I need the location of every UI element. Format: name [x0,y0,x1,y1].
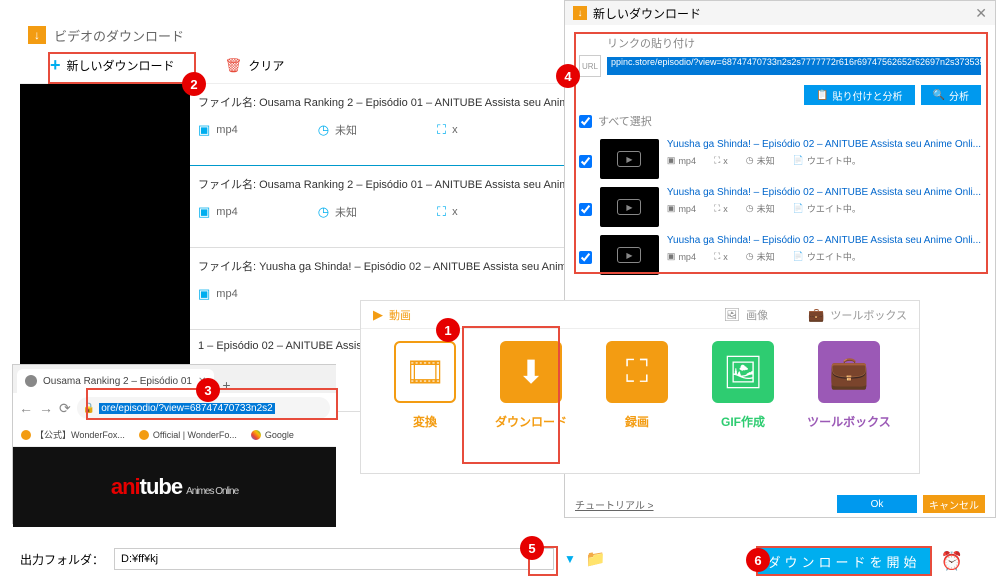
format-icon: ▣ [198,204,210,220]
status-icon: 📄 [793,203,804,214]
folder-icon[interactable]: 📁 [586,549,606,569]
play-icon: ▶ [617,199,641,215]
clock-icon: ◷ [746,251,754,262]
annotation-box [48,52,196,84]
resolution-icon: ⛶ [714,155,720,166]
toolbox-tool-icon: 💼 [818,341,880,403]
browser-content: anitubeAnimes Online [13,447,336,527]
annotation-badge-5: 5 [520,536,544,560]
status-icon: 📄 [793,251,804,262]
bookmark-item[interactable]: Official | WonderFo... [139,430,237,440]
clock-icon: ◷ [746,155,754,166]
reload-icon[interactable]: ⟳ [59,400,71,417]
google-favicon [251,430,261,440]
annotation-badge-1: 1 [436,318,460,342]
tab-image[interactable]: 🖼画像 [724,307,769,323]
gif-card[interactable]: 🖼 GIF作成 [697,341,789,430]
back-icon[interactable]: ← [19,400,33,416]
clock-icon: ◷ [318,204,329,220]
dropdown-icon[interactable]: ▼ [564,552,576,566]
dialog-header: ↓ 新しいダウンロード ✕ [565,1,995,25]
clock-icon: ◷ [318,122,329,138]
output-folder-label: 出力フォルダ： [20,551,104,568]
image-icon: 🖼 [724,307,741,323]
toolbox-icon: 💼 [808,307,824,323]
bookmark-favicon [21,430,31,440]
status-icon: 📄 [793,155,804,166]
download-item[interactable]: ファイル名: Ousama Ranking 2 – Episódio 01 – … [20,84,640,166]
play-icon: ▶ [617,151,641,167]
bookmark-item[interactable]: Google [251,430,294,440]
output-folder-input[interactable] [114,548,554,570]
bookmark-favicon [139,430,149,440]
trash-icon: 🗑 [225,57,243,74]
download-item[interactable]: ファイル名: Ousama Ranking 2 – Episódio 01 – … [20,166,640,248]
convert-card[interactable]: 🎞 変換 [379,341,471,430]
record-card[interactable]: ⛶ 録画 [591,341,683,430]
bookmarks-bar: 【公式】WonderFox... Official | WonderFo... … [13,423,336,447]
main-header: ↓ ビデオのダウンロード [20,22,640,48]
paste-analyze-button[interactable]: 📋貼り付けと分析 [804,85,914,105]
clear-button[interactable]: 🗑 クリア [225,57,285,74]
download-app-icon: ↓ [28,26,46,44]
analyze-button[interactable]: 🔍分析 [921,85,981,105]
thumbnail [20,166,190,248]
tutorial-link[interactable]: チュートリアル > [575,497,654,512]
thumbnail: ▶ [600,187,659,227]
dialog-download-item[interactable]: ▶ Yuusha ga Shinda! – Episódio 02 – ANIT… [579,135,981,183]
annotation-badge-6: 6 [746,548,770,572]
format-icon: ▣ [667,155,676,166]
convert-icon: 🎞 [394,341,456,403]
resolution-icon: ⛶ [714,203,720,214]
annotation-box [462,326,560,464]
thumbnail: ▶ [600,235,659,275]
resolution-icon: ⛶ [437,204,446,220]
gif-icon: 🖼 [712,341,774,403]
format-icon: ▣ [198,286,210,302]
anitube-logo: anitubeAnimes Online [111,474,238,500]
annotation-box [756,546,932,576]
url-icon: URL [579,55,601,77]
close-icon[interactable]: ✕ [975,5,987,22]
url-input[interactable]: ppinc.store/episodio/?view=68747470733n2… [607,57,981,75]
play-icon: ▶ [617,247,641,263]
dialog-title: 新しいダウンロード [593,5,701,22]
schedule-icon[interactable]: ⏰ [938,548,966,574]
video-icon: ▶ [373,307,383,323]
format-icon: ▣ [667,251,676,262]
resolution-icon: ⛶ [714,251,720,262]
annotation-badge-2: 2 [182,72,206,96]
annotation-badge-4: 4 [556,64,580,88]
dialog-download-item[interactable]: ▶ Yuusha ga Shinda! – Episódio 02 – ANIT… [579,183,981,231]
item-checkbox[interactable] [579,155,592,168]
favicon [25,375,37,387]
record-icon: ⛶ [606,341,668,403]
main-title: ビデオのダウンロード [54,26,184,45]
clear-label: クリア [248,57,284,74]
tab-toolbox[interactable]: 💼ツールボックス [808,307,907,323]
download-icon: ↓ [573,6,587,20]
forward-icon[interactable]: → [39,400,53,416]
format-icon: ▣ [667,203,676,214]
dialog-footer: チュートリアル > Ok キャンセル [565,491,995,517]
annotation-badge-3: 3 [196,378,220,402]
format-icon: ▣ [198,122,210,138]
dialog-download-item[interactable]: ▶ Yuusha ga Shinda! – Episódio 02 – ANIT… [579,231,981,279]
thumbnail [20,84,190,166]
search-icon: 🔍 [933,90,945,101]
select-all-checkbox[interactable]: すべて選択 [579,113,981,129]
cancel-button[interactable]: キャンセル [923,495,985,513]
thumbnail: ▶ [600,139,659,179]
ok-button[interactable]: Ok [837,495,917,513]
bookmark-item[interactable]: 【公式】WonderFox... [21,428,125,441]
paste-icon: 📋 [816,90,828,101]
thumbnail [20,248,190,330]
toolbox-card[interactable]: 💼 ツールボックス [803,341,895,430]
resolution-icon: ⛶ [437,122,446,138]
item-checkbox[interactable] [579,203,592,216]
url-paste-label: リンクの貼り付け [607,35,981,51]
tab-video[interactable]: ▶動画 [373,307,411,323]
clock-icon: ◷ [746,203,754,214]
item-checkbox[interactable] [579,251,592,264]
